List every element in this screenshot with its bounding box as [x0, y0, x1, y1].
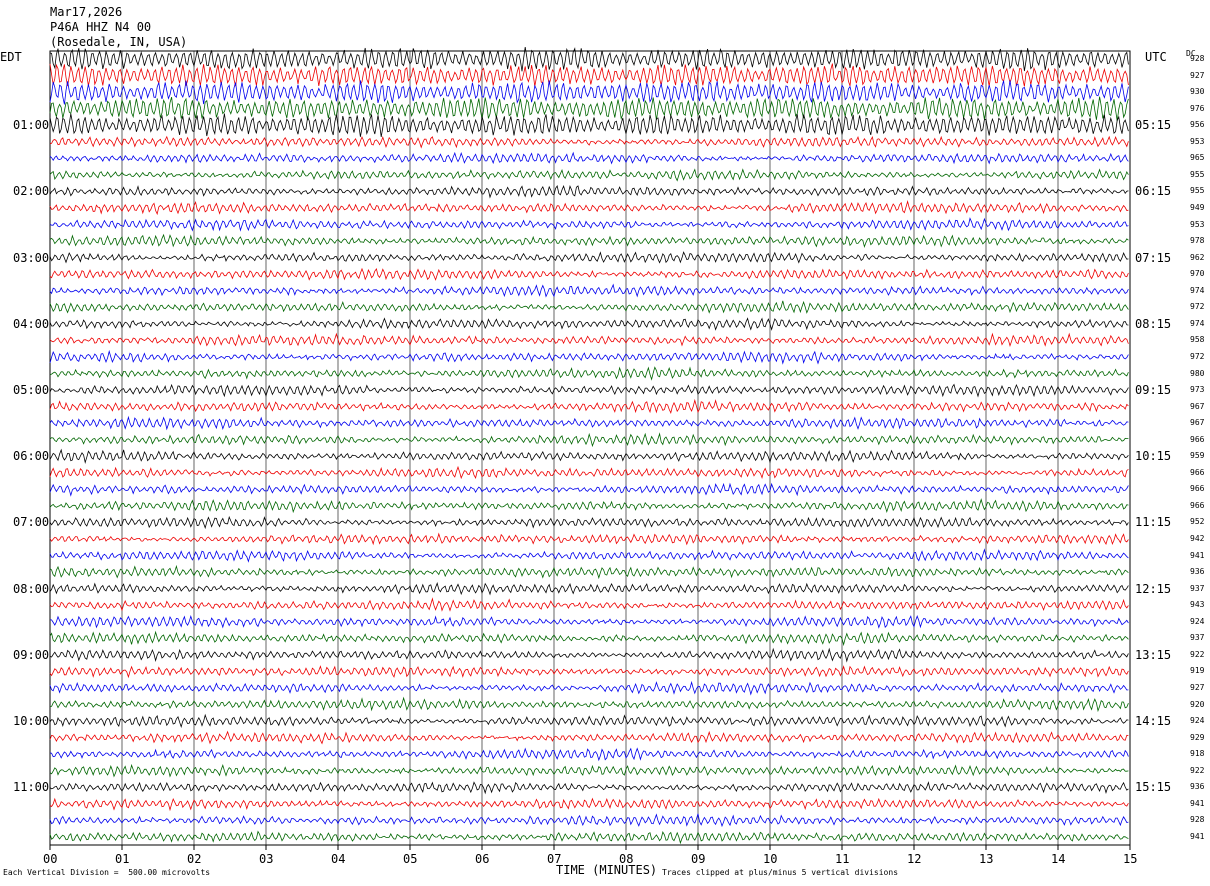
seismic-trace — [49, 630, 1129, 647]
seismic-trace — [49, 763, 1129, 778]
seismic-trace — [49, 317, 1129, 331]
seismic-trace — [49, 349, 1129, 365]
seismic-trace — [49, 113, 1129, 137]
seismic-trace — [49, 300, 1129, 314]
seismogram-plot — [49, 47, 1131, 850]
seismic-trace — [49, 813, 1129, 828]
seismic-trace — [49, 185, 1129, 199]
seismic-trace — [49, 781, 1129, 795]
seismic-trace — [50, 614, 1129, 629]
seismic-trace — [49, 448, 1129, 464]
seismic-trace — [49, 548, 1129, 563]
seismic-trace — [49, 366, 1129, 381]
seismic-trace — [49, 251, 1129, 264]
seismic-trace — [49, 415, 1129, 431]
seismic-trace — [49, 283, 1129, 298]
seismic-trace — [49, 696, 1129, 713]
seismic-trace — [49, 465, 1129, 480]
seismic-trace — [49, 432, 1129, 448]
seismic-trace — [49, 199, 1129, 216]
seismic-trace — [49, 830, 1129, 845]
seismic-trace — [49, 797, 1129, 812]
seismic-trace — [49, 383, 1129, 398]
seismic-trace — [49, 647, 1129, 663]
seismic-trace — [49, 665, 1129, 679]
seismic-trace — [49, 482, 1129, 497]
seismic-trace — [49, 332, 1129, 348]
seismic-trace — [49, 168, 1129, 182]
seismic-trace — [49, 515, 1129, 530]
seismic-trace — [49, 680, 1129, 696]
seismic-trace — [49, 730, 1129, 745]
seismic-trace — [49, 564, 1129, 580]
plot-frame — [49, 50, 1131, 846]
seismic-trace — [49, 747, 1129, 762]
seismic-trace — [49, 498, 1129, 514]
seismic-trace — [49, 96, 1129, 122]
seismic-trace — [49, 63, 1129, 87]
seismic-trace — [49, 217, 1129, 232]
seismic-trace — [49, 597, 1129, 612]
seismic-trace — [49, 233, 1129, 249]
seismic-trace — [49, 151, 1129, 165]
seismic-trace — [49, 135, 1129, 149]
seismic-trace — [49, 398, 1129, 414]
seismic-trace — [49, 713, 1129, 729]
seismic-trace — [49, 267, 1129, 281]
seismic-trace — [49, 582, 1129, 596]
seismic-trace — [49, 532, 1129, 546]
